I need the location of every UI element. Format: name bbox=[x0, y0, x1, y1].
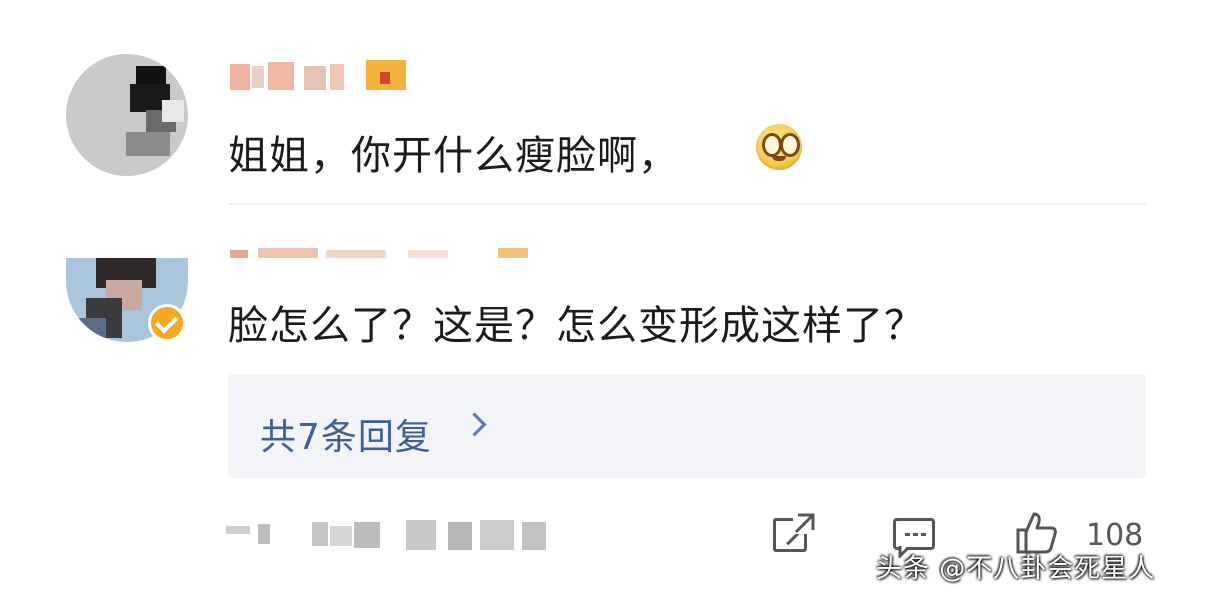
grin-face-emoji bbox=[756, 124, 802, 170]
comment-text: 脸怎么了？这是？怎么变形成这样了？ bbox=[228, 303, 925, 349]
view-replies-link[interactable]: 共7条回复 bbox=[260, 408, 432, 460]
share-arrow-icon bbox=[794, 513, 815, 534]
commenter-avatar[interactable] bbox=[66, 54, 188, 176]
username-blurred[interactable] bbox=[230, 246, 540, 260]
watermark: 头条 @不八卦会死星人 bbox=[876, 554, 1156, 584]
verified-badge bbox=[148, 304, 186, 342]
comment-divider bbox=[228, 203, 1146, 205]
comment-meta-blurred bbox=[226, 518, 556, 552]
username-blurred[interactable] bbox=[230, 58, 410, 94]
replies-panel[interactable]: 共7条回复 bbox=[228, 374, 1146, 478]
chevron-right-icon bbox=[462, 412, 487, 437]
comment-text: 姐姐，你开什么瘦脸啊， bbox=[228, 133, 679, 179]
